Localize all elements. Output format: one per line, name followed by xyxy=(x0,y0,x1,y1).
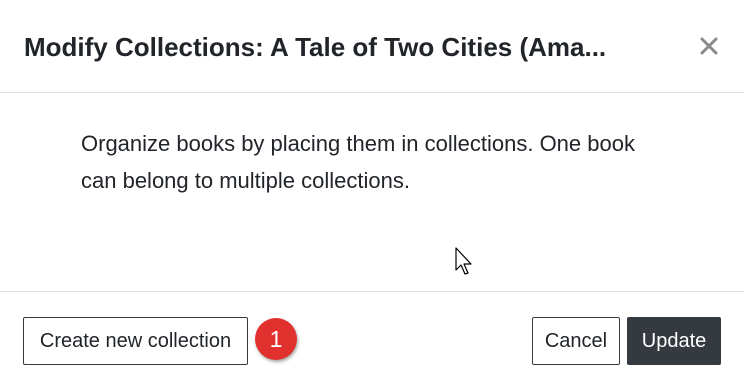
dialog-footer: Create new collection 1 Cancel Update xyxy=(0,291,744,384)
step-number-badge: 1 xyxy=(255,318,297,360)
close-button[interactable] xyxy=(692,30,726,64)
cancel-button[interactable]: Cancel xyxy=(532,317,620,365)
update-button[interactable]: Update xyxy=(627,317,721,365)
create-new-collection-button[interactable]: Create new collection xyxy=(23,317,248,365)
close-icon xyxy=(700,37,718,58)
dialog-description: Organize books by placing them in collec… xyxy=(81,131,635,193)
dialog-title: Modify Collections: A Tale of Two Cities… xyxy=(24,32,607,62)
dialog-header: Modify Collections: A Tale of Two Cities… xyxy=(0,0,744,93)
dialog-body: Organize books by placing them in collec… xyxy=(0,93,744,291)
modify-collections-dialog: Modify Collections: A Tale of Two Cities… xyxy=(0,0,744,384)
mouse-pointer-icon xyxy=(455,247,472,275)
